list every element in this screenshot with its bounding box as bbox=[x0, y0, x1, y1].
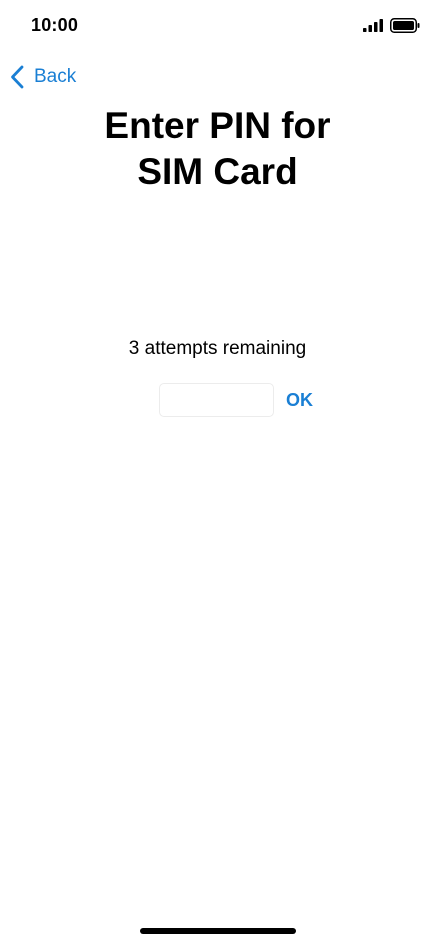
back-button[interactable]: Back bbox=[10, 63, 76, 91]
chevron-left-icon bbox=[11, 65, 24, 89]
back-label: Back bbox=[34, 66, 77, 87]
pin-input[interactable] bbox=[159, 383, 274, 417]
ok-button[interactable]: OK bbox=[286, 390, 313, 411]
home-indicator[interactable] bbox=[140, 928, 296, 934]
battery-full-icon bbox=[390, 18, 420, 33]
cellular-signal-icon bbox=[363, 19, 383, 32]
status-time: 10:00 bbox=[31, 15, 79, 35]
page-title-line-1: Enter PIN for bbox=[104, 105, 331, 146]
status-bar: 10:00 bbox=[0, 0, 435, 52]
attempts-remaining-text: 3 attempts remaining bbox=[128, 338, 307, 359]
page-title-line-2: SIM Card bbox=[137, 151, 298, 192]
page-title: Enter PIN for SIM Card bbox=[0, 103, 435, 195]
